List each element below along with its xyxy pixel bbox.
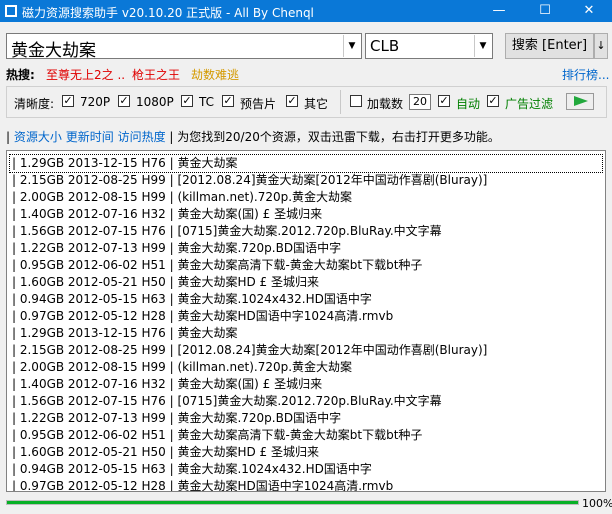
clarity-label: 清晰度: xyxy=(14,97,55,111)
list-item[interactable]: | 2.00GB 2012-08-15 H99 | (killman.net).… xyxy=(10,189,602,206)
load-count-input[interactable]: 20 xyxy=(409,94,431,110)
ranking-link[interactable]: 排行榜... xyxy=(562,66,609,83)
list-item[interactable]: | 1.56GB 2012-07-15 H76 | [0715]黄金大劫案.20… xyxy=(10,223,602,240)
sort-separator: | xyxy=(6,130,11,144)
list-item[interactable]: | 2.15GB 2012-08-25 H99 | [2012.08.24]黄金… xyxy=(10,342,602,359)
options-divider xyxy=(340,90,341,114)
checkbox-load-count[interactable] xyxy=(350,95,362,107)
search-button[interactable]: 搜索 [Enter] xyxy=(505,33,594,59)
site-chevron-down-icon[interactable]: ▼ xyxy=(474,35,491,57)
list-item[interactable]: | 1.40GB 2012-07-16 H32 | 黄金大劫案(国) £ 圣城归… xyxy=(10,376,602,393)
list-item[interactable]: | 1.29GB 2013-12-15 H76 | 黄金大劫案 xyxy=(10,325,602,342)
sort-by-hot-link[interactable]: 访问热度 xyxy=(118,130,166,144)
list-item[interactable]: | 1.60GB 2012-05-21 H50 | 黄金大劫案HD £ 圣城归来 xyxy=(10,274,602,291)
sort-by-time-link[interactable]: 更新时间 xyxy=(66,130,114,144)
list-item[interactable]: | 1.22GB 2012-07-13 H99 | 黄金大劫案.720p.BD国… xyxy=(10,240,602,257)
progress-bar xyxy=(6,500,579,505)
load-count-label: 加载数 xyxy=(367,97,404,111)
maximize-button[interactable]: ☐ xyxy=(522,0,568,22)
window-title: 磁力资源搜索助手 v20.10.20 正式版 - All By Chenql xyxy=(22,6,314,20)
list-item[interactable]: | 1.56GB 2012-07-15 H76 | [0715]黄金大劫案.20… xyxy=(10,393,602,410)
auto-label: 自动 xyxy=(456,97,481,111)
hot-search-label: 热搜: xyxy=(6,68,35,82)
play-icon xyxy=(574,96,588,106)
minimize-button[interactable]: — xyxy=(476,0,522,22)
list-item[interactable]: | 1.40GB 2012-07-16 H32 | 黄金大劫案(国) £ 圣城归… xyxy=(10,206,602,223)
down-arrow-button[interactable]: ↓ xyxy=(594,33,608,59)
search-query-text: 黄金大劫案 xyxy=(11,41,96,61)
checkbox-trailer[interactable]: ✓ xyxy=(222,95,234,107)
list-item[interactable]: | 0.95GB 2012-06-02 H51 | 黄金大劫案高清下载-黄金大劫… xyxy=(10,427,602,444)
list-item[interactable]: | 0.94GB 2012-05-15 H63 | 黄金大劫案.1024x432… xyxy=(10,291,602,308)
checkbox-720p-label: 720P xyxy=(80,95,111,109)
list-item[interactable]: | 2.15GB 2012-08-25 H99 | [2012.08.24]黄金… xyxy=(10,172,602,189)
checkbox-1080p[interactable]: ✓ xyxy=(118,95,130,107)
checkbox-tc[interactable]: ✓ xyxy=(181,95,193,107)
hot-search-item[interactable]: 至尊无上2之 .. xyxy=(46,66,125,83)
search-input[interactable]: 黄金大劫案 ▼ xyxy=(6,33,362,61)
result-info-text: | 为您找到20/20个资源，双击迅雷下载，右击打开更多功能。 xyxy=(169,130,500,144)
progress-percent: 100% xyxy=(582,497,612,510)
list-item[interactable]: | 0.95GB 2012-06-02 H51 | 黄金大劫案高清下载-黄金大劫… xyxy=(10,257,602,274)
results-list[interactable]: | 1.29GB 2013-12-15 H76 | 黄金大劫案 | 2.15GB … xyxy=(6,150,606,492)
search-history-dropdown-icon[interactable]: ▼ xyxy=(343,35,360,57)
list-item[interactable]: | 1.29GB 2013-12-15 H76 | 黄金大劫案 xyxy=(9,154,603,173)
title-bar: 磁力资源搜索助手 v20.10.20 正式版 - All By Chenql —… xyxy=(0,0,612,22)
checkbox-ad-filter[interactable]: ✓ xyxy=(487,95,499,107)
list-item[interactable]: | 0.97GB 2012-05-12 H28 | 黄金大劫案HD国语中字102… xyxy=(10,478,602,491)
list-item[interactable]: | 1.22GB 2012-07-13 H99 | 黄金大劫案.720p.BD国… xyxy=(10,410,602,427)
site-select-value: CLB xyxy=(370,37,400,55)
checkbox-tc-label: TC xyxy=(199,95,215,109)
list-item[interactable]: | 0.97GB 2012-05-12 H28 | 黄金大劫案HD国语中字102… xyxy=(10,308,602,325)
list-item[interactable]: | 2.00GB 2012-08-15 H99 | (killman.net).… xyxy=(10,359,602,376)
ad-filter-label: 广告过滤 xyxy=(505,97,554,111)
checkbox-720p[interactable]: ✓ xyxy=(62,95,74,107)
sort-by-size-link[interactable]: 资源大小 xyxy=(14,130,62,144)
checkbox-other-label: 其它 xyxy=(304,97,329,111)
sort-bar: | 资源大小 更新时间 访问热度 | 为您找到20/20个资源，双击迅雷下载，右… xyxy=(6,128,500,145)
progress-fill xyxy=(7,501,578,504)
list-item[interactable]: | 0.94GB 2012-05-15 H63 | 黄金大劫案.1024x432… xyxy=(10,461,602,478)
site-select[interactable]: CLB ▼ xyxy=(365,33,493,59)
checkbox-1080p-label: 1080P xyxy=(136,95,174,109)
hot-search-item[interactable]: 枪王之王 xyxy=(132,66,180,83)
checkbox-auto[interactable]: ✓ xyxy=(438,95,450,107)
checkbox-trailer-label: 预告片 xyxy=(240,97,277,111)
play-button[interactable] xyxy=(566,93,594,110)
app-magnet-icon xyxy=(5,5,17,17)
hot-search-item[interactable]: 劫数难逃 xyxy=(191,66,239,83)
close-button[interactable]: ✕ xyxy=(566,0,612,22)
list-item[interactable]: | 1.60GB 2012-05-21 H50 | 黄金大劫案HD £ 圣城归来 xyxy=(10,444,602,461)
checkbox-other[interactable]: ✓ xyxy=(286,95,298,107)
